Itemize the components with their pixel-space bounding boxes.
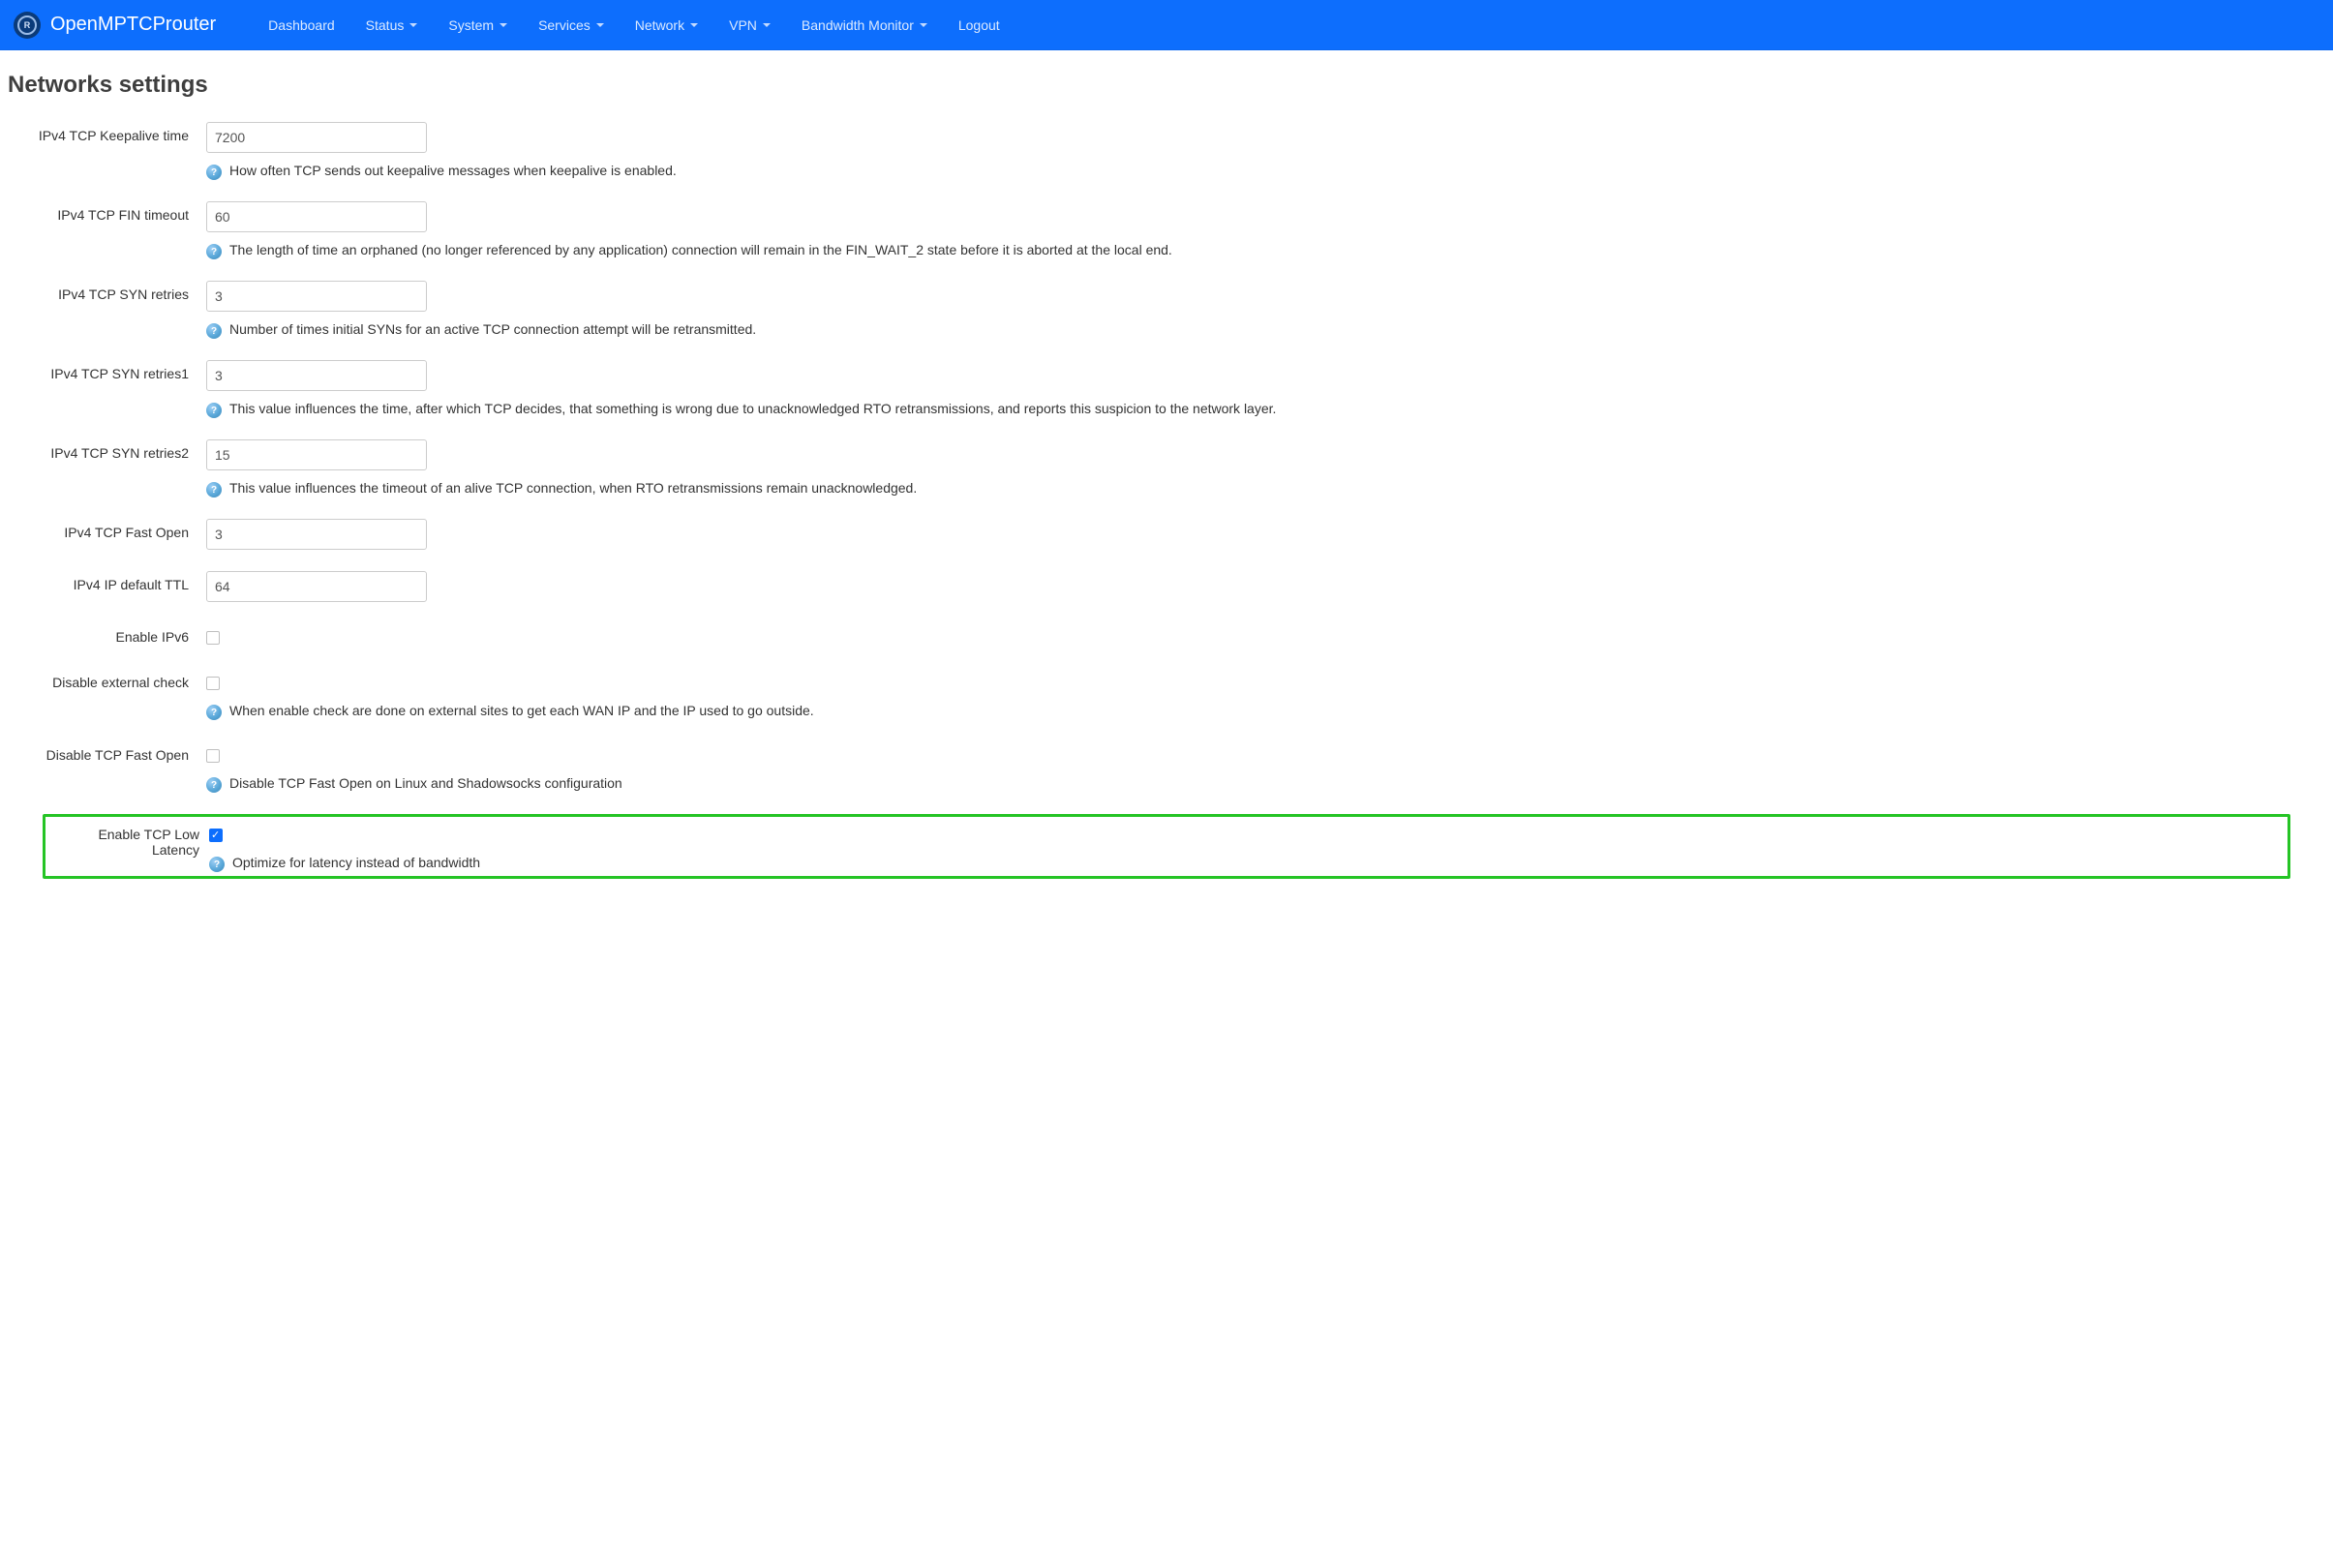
help-text: Disable TCP Fast Open on Linux and Shado…	[229, 775, 2325, 791]
nav-label: Network	[635, 17, 684, 33]
enable-ipv6-checkbox[interactable]	[206, 631, 220, 645]
nav-system[interactable]: System	[435, 10, 521, 41]
fast-open-input[interactable]	[206, 519, 427, 550]
nav-label: VPN	[729, 17, 757, 33]
highlight-box: Enable TCP Low Latency ? Optimize for la…	[43, 814, 2290, 879]
help-text: The length of time an orphaned (no longe…	[229, 242, 2325, 257]
disable-ext-check-checkbox[interactable]	[206, 677, 220, 690]
field-label: IPv4 TCP FIN timeout	[8, 201, 206, 223]
help-icon: ?	[206, 777, 222, 793]
field-fast-open: IPv4 TCP Fast Open	[8, 519, 2325, 550]
nav-bandwidth-monitor[interactable]: Bandwidth Monitor	[788, 10, 941, 41]
help-icon: ?	[209, 857, 225, 872]
field-keepalive: IPv4 TCP Keepalive time ? How often TCP …	[8, 122, 2325, 180]
field-label: Enable IPv6	[8, 623, 206, 645]
brand[interactable]: R OpenMPTCProuter	[14, 12, 216, 39]
brand-text: OpenMPTCProuter	[50, 14, 216, 36]
field-label: IPv4 TCP SYN retries2	[8, 439, 206, 461]
field-fin-timeout: IPv4 TCP FIN timeout ? The length of tim…	[8, 201, 2325, 259]
field-label: IPv4 TCP SYN retries1	[8, 360, 206, 381]
nav-status[interactable]: Status	[352, 10, 432, 41]
nav-label: Status	[366, 17, 405, 33]
nav-network[interactable]: Network	[621, 10, 712, 41]
default-ttl-input[interactable]	[206, 571, 427, 602]
help-text: This value influences the time, after wh…	[229, 401, 2325, 416]
nav-services[interactable]: Services	[525, 10, 618, 41]
help-icon: ?	[206, 165, 222, 180]
disable-tfo-checkbox[interactable]	[206, 749, 220, 763]
page-title: Networks settings	[8, 72, 2325, 99]
content: Networks settings IPv4 TCP Keepalive tim…	[0, 50, 2333, 918]
enable-low-latency-checkbox[interactable]	[209, 829, 223, 842]
nav-logout[interactable]: Logout	[945, 10, 1014, 41]
field-syn-retries2: IPv4 TCP SYN retries2 ? This value influ…	[8, 439, 2325, 498]
field-label: IPv4 TCP Fast Open	[8, 519, 206, 540]
syn-retries2-input[interactable]	[206, 439, 427, 470]
help-text: When enable check are done on external s…	[229, 703, 2325, 718]
help-icon: ?	[206, 482, 222, 498]
help-icon: ?	[206, 323, 222, 339]
chevron-down-icon	[920, 23, 927, 27]
nav-label: Logout	[958, 17, 1000, 33]
nav-list: Dashboard Status System Services Network…	[255, 10, 1014, 41]
field-disable-ext-check: Disable external check ? When enable che…	[8, 669, 2325, 720]
nav-label: System	[448, 17, 494, 33]
field-syn-retries: IPv4 TCP SYN retries ? Number of times i…	[8, 281, 2325, 339]
help-icon: ?	[206, 403, 222, 418]
keepalive-input[interactable]	[206, 122, 427, 153]
fin-timeout-input[interactable]	[206, 201, 427, 232]
chevron-down-icon	[690, 23, 698, 27]
field-label: IPv4 TCP Keepalive time	[8, 122, 206, 143]
syn-retries-input[interactable]	[206, 281, 427, 312]
nav-label: Dashboard	[268, 17, 335, 33]
field-label: IPv4 TCP SYN retries	[8, 281, 206, 302]
field-syn-retries1: IPv4 TCP SYN retries1 ? This value influ…	[8, 360, 2325, 418]
nav-vpn[interactable]: VPN	[715, 10, 784, 41]
field-label: Disable external check	[8, 669, 206, 690]
field-enable-ipv6: Enable IPv6	[8, 623, 2325, 648]
chevron-down-icon	[500, 23, 507, 27]
field-disable-tfo: Disable TCP Fast Open ? Disable TCP Fast…	[8, 741, 2325, 793]
chevron-down-icon	[409, 23, 417, 27]
nav-label: Services	[538, 17, 591, 33]
help-icon: ?	[206, 244, 222, 259]
help-text: Optimize for latency instead of bandwidt…	[232, 855, 2282, 870]
help-text: Number of times initial SYNs for an acti…	[229, 321, 2325, 337]
navbar: R OpenMPTCProuter Dashboard Status Syste…	[0, 0, 2333, 50]
help-text: How often TCP sends out keepalive messag…	[229, 163, 2325, 178]
help-icon: ?	[206, 705, 222, 720]
field-label: Disable TCP Fast Open	[8, 741, 206, 763]
nav-label: Bandwidth Monitor	[802, 17, 914, 33]
brand-logo-icon: R	[14, 12, 41, 39]
chevron-down-icon	[596, 23, 604, 27]
field-label: IPv4 IP default TTL	[8, 571, 206, 592]
chevron-down-icon	[763, 23, 771, 27]
field-label: Enable TCP Low Latency	[51, 821, 209, 872]
help-text: This value influences the timeout of an …	[229, 480, 2325, 496]
field-default-ttl: IPv4 IP default TTL	[8, 571, 2325, 602]
nav-dashboard[interactable]: Dashboard	[255, 10, 348, 41]
syn-retries1-input[interactable]	[206, 360, 427, 391]
